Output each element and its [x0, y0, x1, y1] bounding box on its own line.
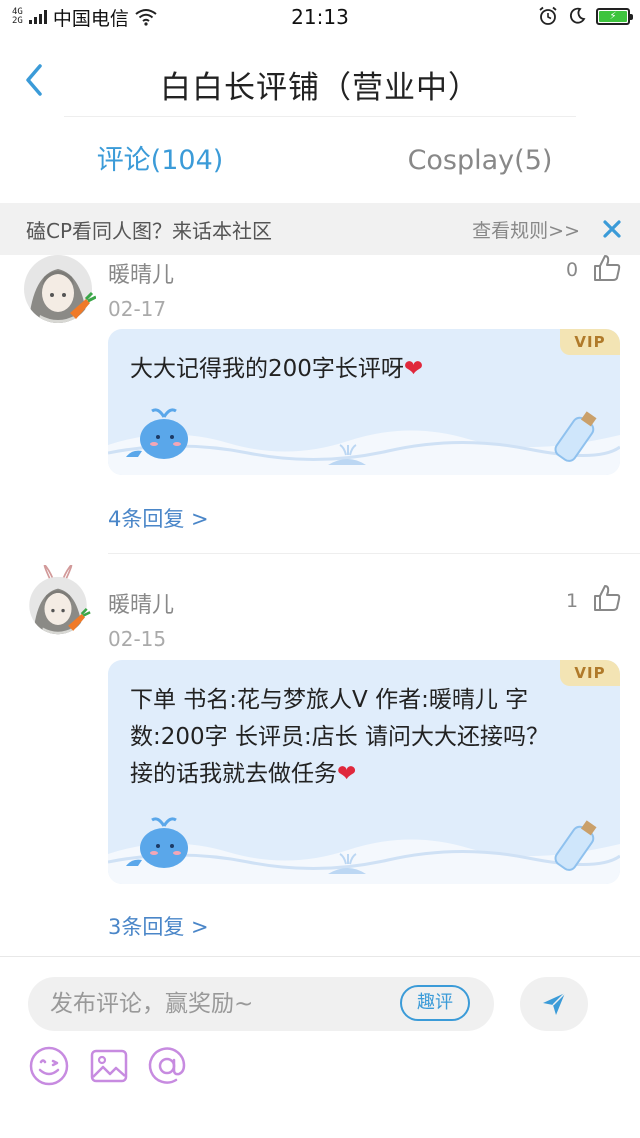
comment-item: 暖晴儿 02-17 0 VIP 大大记得我的200字长评呀❤ 4条回复 >: [0, 255, 640, 555]
heart-icon: ❤: [337, 761, 357, 787]
comment-bubble[interactable]: VIP 大大记得我的200字长评呀❤: [108, 329, 620, 475]
battery-icon: ⚡: [596, 7, 633, 25]
avatar[interactable]: [20, 565, 96, 641]
tab-bar: 评论(104) Cosplay(5): [0, 118, 640, 202]
comment-item: 暖晴儿 02-15 1 VIP 下单 书名:花与梦旅人V 作者:暖晴儿 字数:2…: [0, 555, 640, 955]
comment-date: 02-17: [108, 297, 167, 321]
view-rules-link[interactable]: 查看规则>>: [472, 216, 580, 243]
alarm-icon: [539, 6, 557, 25]
status-right: ⚡: [538, 6, 633, 26]
notice-text[interactable]: 磕CP看同人图？来话本社区: [26, 215, 472, 244]
comment-text: 下单 书名:花与梦旅人V 作者:暖晴儿 字数:200字 长评员:店长 请问大大还…: [130, 682, 570, 793]
heart-icon: ❤: [403, 356, 424, 382]
qupin-button[interactable]: 趣评: [400, 985, 470, 1021]
status-bar: 4G 2G 中国电信 21:13 ⚡: [0, 0, 640, 34]
thumbs-up-icon[interactable]: [592, 583, 622, 613]
tab-cosplay[interactable]: Cosplay(5): [320, 118, 640, 202]
send-button[interactable]: [520, 977, 588, 1031]
page-title: 白白长评铺（营业中）: [160, 70, 480, 106]
like-count: 0: [566, 259, 579, 281]
like-count: 1: [566, 590, 579, 612]
replies-link[interactable]: 4条回复 >: [108, 503, 209, 533]
at-icon[interactable]: [146, 1045, 188, 1087]
comment-date: 02-15: [108, 627, 167, 651]
tab-comments[interactable]: 评论(104): [0, 118, 320, 202]
thumbs-up-icon[interactable]: [592, 253, 622, 283]
header: 白白长评铺（营业中）: [0, 34, 640, 118]
comment-author[interactable]: 暖晴儿: [108, 587, 174, 619]
whale-wave-decoration: [108, 817, 620, 884]
close-icon[interactable]: [602, 219, 622, 239]
image-icon[interactable]: [88, 1045, 130, 1087]
comment-bubble[interactable]: VIP 下单 书名:花与梦旅人V 作者:暖晴儿 字数:200字 长评员:店长 请…: [108, 660, 620, 884]
avatar[interactable]: [20, 255, 96, 331]
notice-bar: 磕CP看同人图？来话本社区 查看规则>>: [0, 203, 640, 255]
comment-text-content: 大大记得我的200字长评呀: [130, 356, 404, 382]
replies-link[interactable]: 3条回复 >: [108, 911, 209, 941]
comment-divider: [108, 553, 640, 554]
header-divider: [64, 116, 576, 117]
emoji-icon[interactable]: [28, 1045, 70, 1087]
comment-author[interactable]: 暖晴儿: [108, 257, 174, 289]
moon-icon: [569, 7, 586, 24]
comment-composer: 趣评: [0, 956, 640, 1138]
send-icon: [543, 992, 566, 1015]
whale-wave-decoration: [108, 408, 620, 475]
comment-text: 大大记得我的200字长评呀❤: [130, 351, 570, 388]
